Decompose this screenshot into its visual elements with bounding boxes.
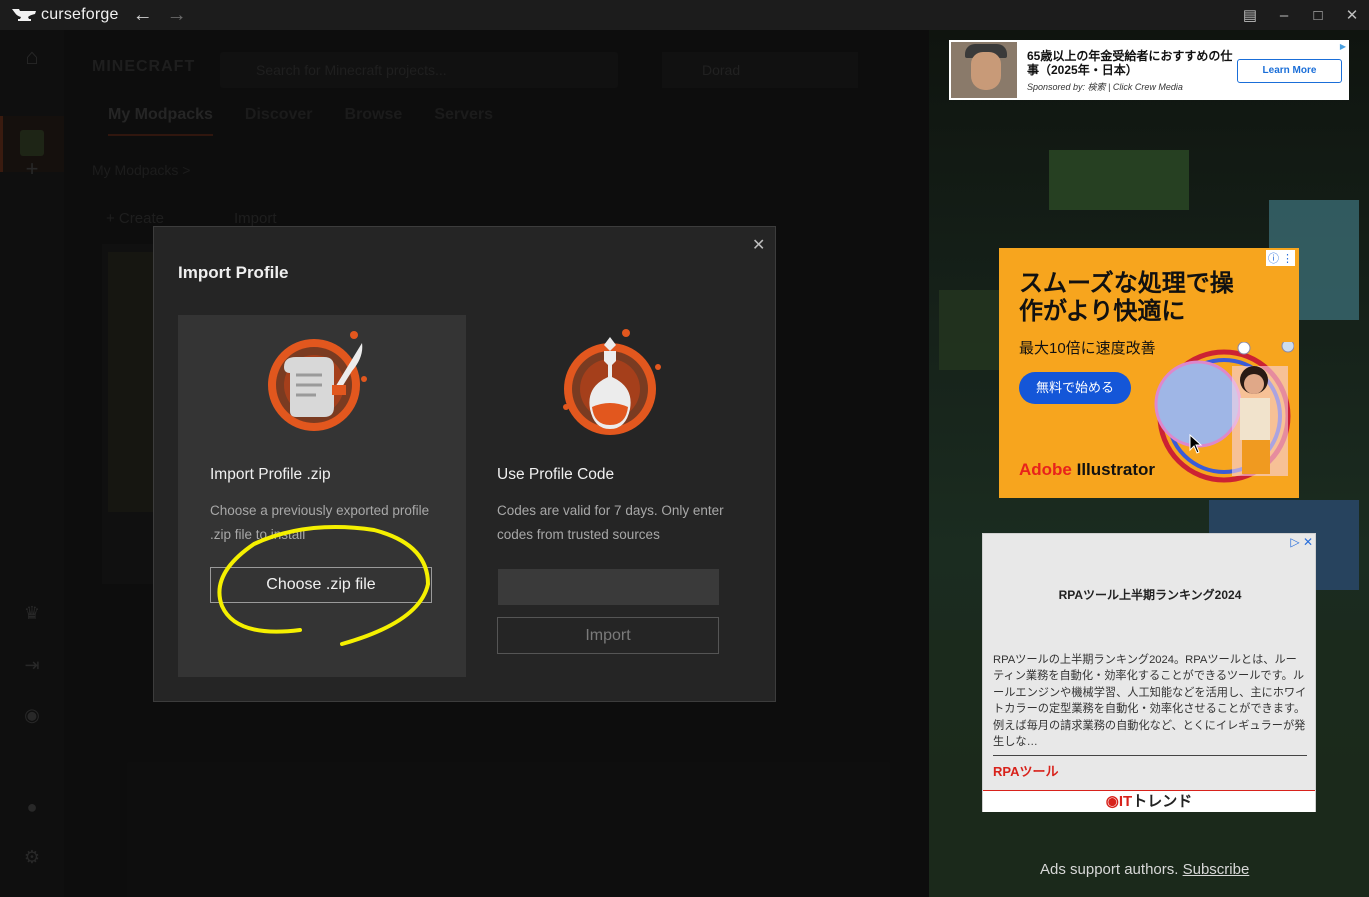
ad-photo: [951, 42, 1017, 98]
learn-more-button[interactable]: Learn More: [1237, 59, 1342, 83]
ad-brand: Adobe Illustrator: [1019, 460, 1155, 480]
adchoices-close-icon[interactable]: ▷ ✕: [1290, 535, 1313, 549]
ittrend-logo[interactable]: ◉ITトレンド: [983, 790, 1315, 812]
ad-illustrator[interactable]: スムーズな処理で操作がより快適に 最大10倍に速度改善 無料で始める Adobe…: [999, 248, 1299, 498]
ad-info-icon[interactable]: ⓘ ⋮: [1265, 250, 1295, 266]
start-free-button[interactable]: 無料で始める: [1019, 372, 1131, 404]
profile-code-description: Codes are valid for 7 days. Only enter c…: [497, 503, 724, 542]
ad-rpa[interactable]: ▷ ✕ RPAツール上半期ランキング2024 RPAツールの上半期ランキング20…: [982, 533, 1316, 812]
ads-support-text: Ads support authors. Subscribe: [1040, 861, 1249, 878]
mouse-cursor-icon: [1189, 434, 1203, 454]
curseforge-logo: curseforge: [12, 6, 119, 24]
ittrend-wordmark-dark: トレンド: [1132, 793, 1193, 810]
profile-code-input[interactable]: [498, 569, 719, 605]
ad-headline: スムーズな処理で操作がより快適に: [1019, 270, 1234, 325]
potion-flask-icon: [563, 329, 661, 435]
scenery-block: [1049, 150, 1189, 210]
close-window-icon[interactable]: ✕: [1335, 6, 1369, 24]
ad-divider: [993, 755, 1307, 756]
ittrend-wordmark-red: IT: [1118, 793, 1133, 810]
import-code-button[interactable]: Import: [497, 617, 719, 654]
import-profile-dialog: ✕ Import Profile Import Profile .zip Cho…: [153, 226, 776, 702]
subscribe-link[interactable]: Subscribe: [1183, 861, 1250, 878]
arrow-right-icon[interactable]: →: [167, 0, 187, 30]
adchoices-icon[interactable]: ▶: [1340, 42, 1346, 51]
ad-link[interactable]: RPAツール: [993, 761, 1058, 780]
app-title: curseforge: [41, 6, 119, 23]
ad-illustration: [1154, 342, 1294, 483]
layout-icon[interactable]: ▤: [1233, 6, 1267, 24]
ad-sponsor: Sponsored by: 検索 | Click Crew Media: [1027, 82, 1183, 92]
dialog-title: Import Profile: [178, 263, 289, 282]
ad-title: RPAツール上半期ランキング2024: [1058, 588, 1242, 602]
scenery-block: [939, 290, 999, 370]
anvil-icon: [12, 9, 36, 21]
minimize-icon[interactable]: –: [1267, 7, 1301, 24]
window-controls: ▤ – □ ✕: [1233, 0, 1369, 30]
ad-subline: 最大10倍に速度改善: [1019, 340, 1156, 357]
ads-support-label: Ads support authors.: [1040, 861, 1183, 878]
profile-code-heading: Use Profile Code: [497, 466, 615, 483]
illustrator-wordmark: Illustrator: [1071, 460, 1156, 479]
ad-headline: 65歳以上の年金受給者におすすめの仕事（2025年・日本）: [1027, 49, 1233, 77]
maximize-icon[interactable]: □: [1301, 7, 1335, 24]
adobe-wordmark: Adobe: [1019, 460, 1072, 479]
ad-photo-face: [971, 52, 1001, 90]
close-icon[interactable]: ✕: [752, 235, 765, 255]
import-zip-heading: Import Profile .zip: [210, 466, 331, 483]
import-zip-description: Choose a previously exported profile .zi…: [210, 503, 430, 542]
ad-banner-top[interactable]: 65歳以上の年金受給者におすすめの仕事（2025年・日本） Sponsored …: [949, 40, 1349, 100]
choose-zip-button[interactable]: Choose .zip file: [210, 567, 432, 603]
arrow-left-icon[interactable]: ←: [133, 0, 153, 30]
title-bar: curseforge ← → ▤ – □ ✕: [0, 0, 1369, 30]
scroll-quill-icon: [268, 331, 367, 431]
ad-body: RPAツールの上半期ランキング2024。RPAツールとは、ルーティン業務を自動化…: [993, 654, 1307, 749]
